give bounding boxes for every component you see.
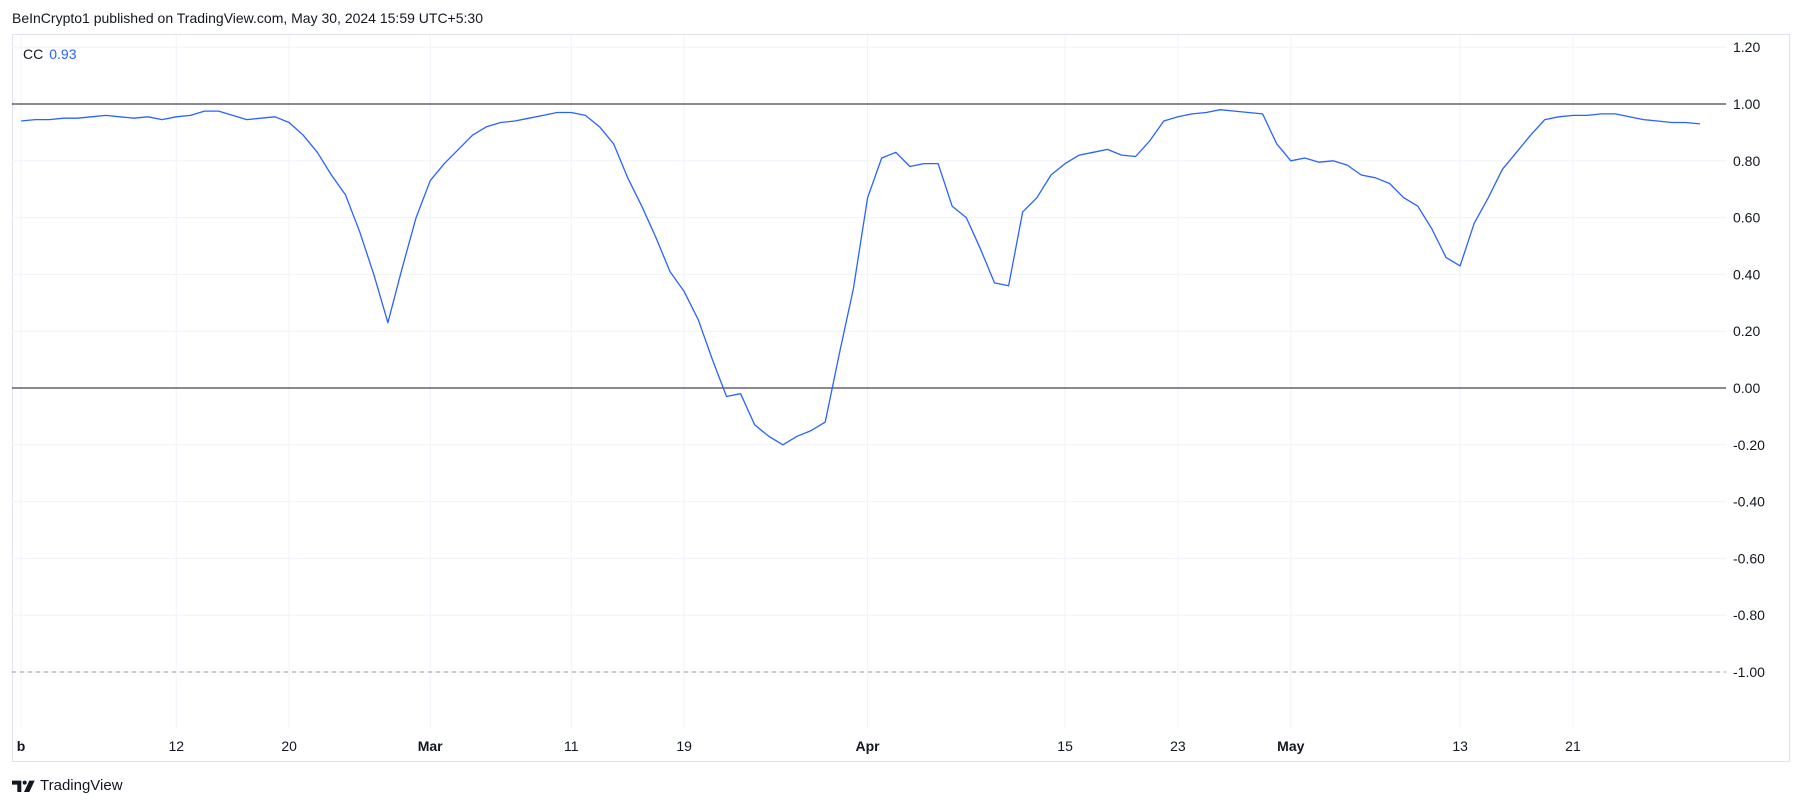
tradingview-logo-icon [12,780,35,792]
x-tick-label: b [17,738,26,754]
y-tick-label: 1.00 [1733,96,1760,112]
series-line-cc [21,109,1700,446]
x-tick-label: 11 [564,738,579,754]
correlation-chart[interactable]: 1.20 1.00 0.80 0.60 0.40 0.20 0.00 -0.20 -0.40 -0… [0,0,1805,808]
footer-brand: TradingView [40,777,123,794]
x-tick-label: Apr [855,738,880,754]
y-tick-label: 0.00 [1733,380,1760,396]
y-tick-label: -1.00 [1733,664,1765,680]
x-tick-label: 13 [1452,738,1468,754]
x-tick-label: 19 [676,738,692,754]
y-tick-label: 0.60 [1733,210,1760,226]
x-tick-label: 12 [168,738,184,754]
legend-value: 0.93 [49,46,77,62]
y-tick-label: 0.40 [1733,266,1760,282]
x-axis-ticks: b 12 20 Mar 11 19 Apr 15 23 May 13 21 [17,738,1581,754]
y-tick-label: -0.20 [1733,437,1765,453]
y-tick-label: 1.20 [1733,39,1760,55]
x-tick-label: May [1277,738,1304,754]
y-tick-label: -0.60 [1733,550,1765,566]
tradingview-footer[interactable]: TradingView [12,777,123,794]
y-axis-ticks: 1.20 1.00 0.80 0.60 0.40 0.20 0.00 -0.20 -0.40 -0… [1733,39,1765,680]
reference-lines [12,103,1726,673]
grid-layer [12,35,1726,728]
x-tick-label: Mar [418,738,443,754]
indicator-legend[interactable]: CC 0.93 [23,46,76,62]
y-tick-label: -0.80 [1733,607,1765,623]
y-tick-label: 0.20 [1733,323,1760,339]
x-tick-label: 20 [281,738,297,754]
y-tick-label: 0.80 [1733,153,1760,169]
legend-name: CC [23,46,44,62]
x-tick-label: 23 [1170,738,1186,754]
y-tick-label: -0.40 [1733,494,1765,510]
x-tick-label: 15 [1057,738,1073,754]
x-tick-label: 21 [1565,738,1581,754]
series-layer [21,109,1700,446]
